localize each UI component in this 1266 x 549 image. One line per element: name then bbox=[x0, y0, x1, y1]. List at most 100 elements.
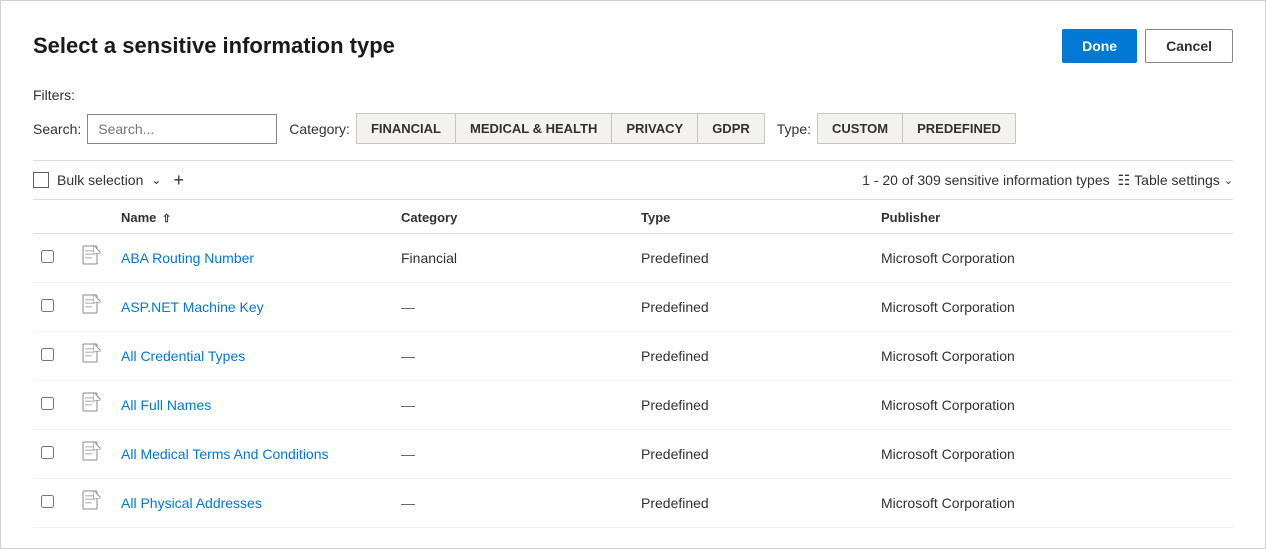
row-type: Predefined bbox=[633, 430, 873, 479]
row-category: — bbox=[393, 479, 633, 528]
col-header-publisher: Publisher bbox=[873, 200, 1233, 234]
bulk-checkbox[interactable] bbox=[33, 172, 49, 188]
dialog-header: Select a sensitive information type Done… bbox=[33, 29, 1233, 63]
document-icon bbox=[81, 440, 103, 466]
done-button[interactable]: Done bbox=[1062, 29, 1137, 63]
row-category: — bbox=[393, 283, 633, 332]
add-button[interactable]: + bbox=[169, 171, 188, 189]
col-header-name[interactable]: Name ⇧ bbox=[113, 200, 393, 234]
sensitive-types-table: Name ⇧ Category Type Publisher ABA Routi… bbox=[33, 200, 1233, 528]
search-input[interactable] bbox=[87, 114, 277, 144]
row-type: Predefined bbox=[633, 283, 873, 332]
filters-row: Search: Category: FINANCIAL MEDICAL & HE… bbox=[33, 113, 1233, 144]
toolbar-row: Bulk selection ⌄ + 1 - 20 of 309 sensiti… bbox=[33, 161, 1233, 200]
filter-btn-privacy[interactable]: PRIVACY bbox=[611, 113, 697, 144]
row-category: — bbox=[393, 430, 633, 479]
type-filter-buttons: CUSTOM PREDEFINED bbox=[817, 113, 1016, 144]
row-checkbox[interactable] bbox=[41, 446, 54, 459]
table-settings-icon: ☷ bbox=[1118, 172, 1131, 189]
row-icon-cell bbox=[73, 381, 113, 430]
table-body: ABA Routing NumberFinancialPredefinedMic… bbox=[33, 234, 1233, 528]
record-count: 1 - 20 of 309 sensitive information type… bbox=[862, 172, 1109, 188]
row-publisher: Microsoft Corporation bbox=[873, 332, 1233, 381]
row-type: Predefined bbox=[633, 234, 873, 283]
row-checkbox-cell bbox=[33, 430, 73, 479]
row-checkbox[interactable] bbox=[41, 348, 54, 361]
col-header-category: Category bbox=[393, 200, 633, 234]
document-icon bbox=[81, 244, 103, 270]
row-publisher: Microsoft Corporation bbox=[873, 479, 1233, 528]
row-type: Predefined bbox=[633, 332, 873, 381]
filters-label: Filters: bbox=[33, 87, 1233, 103]
row-checkbox-cell bbox=[33, 283, 73, 332]
row-checkbox[interactable] bbox=[41, 495, 54, 508]
row-checkbox-cell bbox=[33, 381, 73, 430]
row-checkbox[interactable] bbox=[41, 250, 54, 263]
sort-asc-icon: ⇧ bbox=[162, 213, 171, 225]
header-buttons: Done Cancel bbox=[1062, 29, 1233, 63]
table-row[interactable]: All Credential Types—PredefinedMicrosoft… bbox=[33, 332, 1233, 381]
type-group: Type: CUSTOM PREDEFINED bbox=[777, 113, 1016, 144]
row-checkbox[interactable] bbox=[41, 299, 54, 312]
row-category: — bbox=[393, 381, 633, 430]
table-row[interactable]: All Physical Addresses—PredefinedMicroso… bbox=[33, 479, 1233, 528]
row-publisher: Microsoft Corporation bbox=[873, 283, 1233, 332]
row-icon-cell bbox=[73, 332, 113, 381]
row-icon-cell bbox=[73, 479, 113, 528]
bulk-selection-label[interactable]: Bulk selection bbox=[57, 172, 143, 188]
table-row[interactable]: All Medical Terms And Conditions—Predefi… bbox=[33, 430, 1233, 479]
col-header-type: Type bbox=[633, 200, 873, 234]
table-row[interactable]: ABA Routing NumberFinancialPredefinedMic… bbox=[33, 234, 1233, 283]
row-checkbox-cell bbox=[33, 332, 73, 381]
row-category: — bbox=[393, 332, 633, 381]
table-row[interactable]: ASP.NET Machine Key—PredefinedMicrosoft … bbox=[33, 283, 1233, 332]
row-icon-cell bbox=[73, 234, 113, 283]
document-icon bbox=[81, 391, 103, 417]
cancel-button[interactable]: Cancel bbox=[1145, 29, 1233, 63]
document-icon bbox=[81, 489, 103, 515]
row-publisher: Microsoft Corporation bbox=[873, 381, 1233, 430]
row-checkbox-cell bbox=[33, 234, 73, 283]
row-category: Financial bbox=[393, 234, 633, 283]
row-name: ABA Routing Number bbox=[113, 234, 393, 283]
row-checkbox-cell bbox=[33, 479, 73, 528]
filter-btn-financial[interactable]: FINANCIAL bbox=[356, 113, 455, 144]
document-icon bbox=[81, 342, 103, 368]
row-icon-cell bbox=[73, 430, 113, 479]
dialog-title: Select a sensitive information type bbox=[33, 33, 395, 59]
bulk-chevron-icon[interactable]: ⌄ bbox=[151, 173, 161, 187]
col-header-icon bbox=[73, 200, 113, 234]
row-name: All Physical Addresses bbox=[113, 479, 393, 528]
col-header-checkbox bbox=[33, 200, 73, 234]
col-name-label: Name bbox=[121, 210, 156, 225]
category-filter-buttons: FINANCIAL MEDICAL & HEALTH PRIVACY GDPR bbox=[356, 113, 765, 144]
filter-btn-predefined[interactable]: PREDEFINED bbox=[902, 113, 1016, 144]
row-checkbox[interactable] bbox=[41, 397, 54, 410]
category-group: Category: FINANCIAL MEDICAL & HEALTH PRI… bbox=[289, 113, 765, 144]
filter-btn-gdpr[interactable]: GDPR bbox=[697, 113, 765, 144]
row-publisher: Microsoft Corporation bbox=[873, 234, 1233, 283]
table-settings-label: Table settings bbox=[1134, 172, 1220, 188]
table-info: 1 - 20 of 309 sensitive information type… bbox=[862, 172, 1233, 189]
row-icon-cell bbox=[73, 283, 113, 332]
filter-btn-custom[interactable]: CUSTOM bbox=[817, 113, 902, 144]
select-sensitive-info-dialog: Select a sensitive information type Done… bbox=[0, 0, 1266, 549]
table-header: Name ⇧ Category Type Publisher bbox=[33, 200, 1233, 234]
category-label: Category: bbox=[289, 121, 350, 137]
table-settings-button[interactable]: ☷ Table settings ⌄ bbox=[1118, 172, 1233, 189]
row-type: Predefined bbox=[633, 381, 873, 430]
row-name: ASP.NET Machine Key bbox=[113, 283, 393, 332]
bulk-selection-area: Bulk selection ⌄ + bbox=[33, 171, 188, 189]
type-label: Type: bbox=[777, 121, 811, 137]
search-label: Search: bbox=[33, 121, 81, 137]
row-name: All Medical Terms And Conditions bbox=[113, 430, 393, 479]
table-row[interactable]: All Full Names—PredefinedMicrosoft Corpo… bbox=[33, 381, 1233, 430]
row-publisher: Microsoft Corporation bbox=[873, 430, 1233, 479]
search-group: Search: bbox=[33, 114, 277, 144]
filter-btn-medical[interactable]: MEDICAL & HEALTH bbox=[455, 113, 611, 144]
row-name: All Full Names bbox=[113, 381, 393, 430]
row-name: All Credential Types bbox=[113, 332, 393, 381]
row-type: Predefined bbox=[633, 479, 873, 528]
document-icon bbox=[81, 293, 103, 319]
table-settings-chevron-icon: ⌄ bbox=[1224, 174, 1233, 187]
